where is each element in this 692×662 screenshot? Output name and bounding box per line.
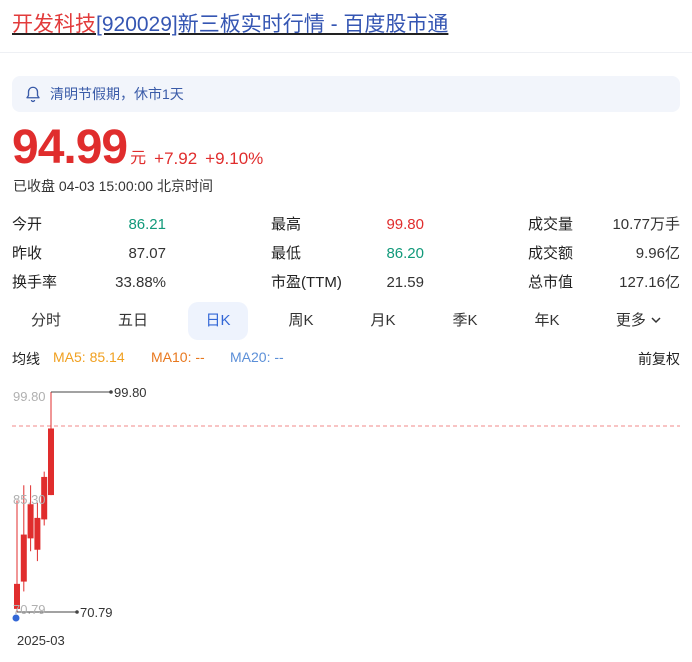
low-annotation-label: 70.79 <box>80 605 113 620</box>
stat-volume: 成交量 10.77万手 <box>528 210 680 239</box>
high-annotation-label: 99.80 <box>114 385 147 400</box>
page-title-link[interactable]: 开发科技[920029]新三板实时行情 - 百度股市通 <box>12 12 448 38</box>
y-axis-label-bottom: 70.79 <box>13 602 46 617</box>
stats-column-3: 成交量 10.77万手 成交额 9.96亿 总市值 127.16亿 <box>528 210 680 297</box>
stat-label: 最高 <box>271 216 302 233</box>
stat-value: 86.20 <box>386 245 424 262</box>
notice-text: 清明节假期，休市1天 <box>50 86 184 102</box>
stat-label: 总市值 <box>528 274 574 291</box>
stat-value: 86.21 <box>128 216 166 233</box>
stock-name[interactable]: 开发科技 <box>12 13 96 36</box>
market-status: 已收盘 04-03 15:00:00 北京时间 <box>13 178 213 194</box>
stat-label: 成交额 <box>528 245 574 262</box>
ma10-value: MA10: -- <box>151 349 205 365</box>
stat-label: 最低 <box>271 245 302 262</box>
indicator-row: 均线 MA5: 85.14 MA10: -- MA20: -- 前复权 <box>12 349 680 369</box>
tab-weekly-k[interactable]: 周K <box>271 302 331 340</box>
stat-value: 127.16亿 <box>619 274 680 291</box>
x-axis-label: 2025-03 <box>17 633 65 648</box>
stats-column-2: 最高 99.80 最低 86.20 市盈(TTM) 21.59 <box>271 210 424 297</box>
ma-label: 均线 <box>12 351 40 367</box>
stat-market-cap: 总市值 127.16亿 <box>528 268 680 297</box>
stat-amount: 成交额 9.96亿 <box>528 239 680 268</box>
tab-intraday[interactable]: 分时 <box>16 302 76 340</box>
tab-monthly-k[interactable]: 月K <box>353 302 413 340</box>
tab-more[interactable]: 更多 <box>606 302 672 340</box>
stat-label: 昨收 <box>12 245 43 262</box>
stat-high: 最高 99.80 <box>271 210 424 239</box>
candle-body <box>34 517 41 550</box>
tab-yearly-k[interactable]: 年K <box>517 302 577 340</box>
candlestick-chart: 99.80 70.79 99.80 85.30 70.79 2025-03 <box>12 385 680 648</box>
tab-quarterly-k[interactable]: 季K <box>435 302 495 340</box>
candle-body <box>48 428 54 496</box>
tab-five-day[interactable]: 五日 <box>103 302 163 340</box>
stat-value: 87.07 <box>128 245 166 262</box>
stat-prev-close: 昨收 87.07 <box>12 239 166 268</box>
y-axis-label-top: 99.80 <box>13 389 46 404</box>
tab-daily-k[interactable]: 日K <box>188 302 248 340</box>
ma5-value: MA5: 85.14 <box>53 349 125 365</box>
stat-value: 9.96亿 <box>635 245 680 262</box>
stat-label: 换手率 <box>12 274 58 291</box>
current-price: 94.99 <box>12 121 128 174</box>
stat-pe-ttm: 市盈(TTM) 21.59 <box>271 268 424 297</box>
page-title-rest[interactable]: [920029]新三板实时行情 - 百度股市通 <box>96 13 448 36</box>
stat-value: 33.88% <box>115 274 166 291</box>
stats-column-1: 今开 86.21 昨收 87.07 换手率 33.88% <box>12 210 166 297</box>
stat-turnover-rate: 换手率 33.88% <box>12 268 166 297</box>
high-annotation-dot <box>109 390 113 394</box>
low-annotation-dot <box>75 610 79 614</box>
chart-period-tabs: 分时 五日 日K 周K 月K 季K 年K 更多 <box>0 302 692 340</box>
stat-value: 10.77万手 <box>612 216 680 233</box>
stat-label: 今开 <box>12 216 43 233</box>
stat-low: 最低 86.20 <box>271 239 424 268</box>
chevron-down-icon <box>651 317 661 324</box>
stat-label: 市盈(TTM) <box>271 274 342 291</box>
stat-value: 21.59 <box>386 274 424 291</box>
y-axis-label-mid: 85.30 <box>13 492 46 507</box>
holiday-notice: 清明节假期，休市1天 <box>12 76 680 112</box>
price-row: 94.99 元 +7.92 +9.10% <box>12 118 263 174</box>
bell-icon <box>26 86 40 103</box>
stat-value: 99.80 <box>386 216 424 233</box>
stat-label: 成交量 <box>528 216 574 233</box>
adjust-mode-button[interactable]: 前复权 <box>638 349 680 369</box>
current-position-marker <box>12 614 20 622</box>
candle-body <box>20 534 27 582</box>
tab-more-label: 更多 <box>615 312 646 329</box>
price-change: +7.92 <box>154 149 198 168</box>
ma20-value: MA20: -- <box>230 349 284 365</box>
price-unit: 元 <box>130 150 147 167</box>
candle-body <box>27 504 34 539</box>
stat-open: 今开 86.21 <box>12 210 166 239</box>
page: 开发科技[920029]新三板实时行情 - 百度股市通 清明节假期，休市1天 9… <box>0 0 692 662</box>
price-change-percent: +9.10% <box>205 149 264 168</box>
